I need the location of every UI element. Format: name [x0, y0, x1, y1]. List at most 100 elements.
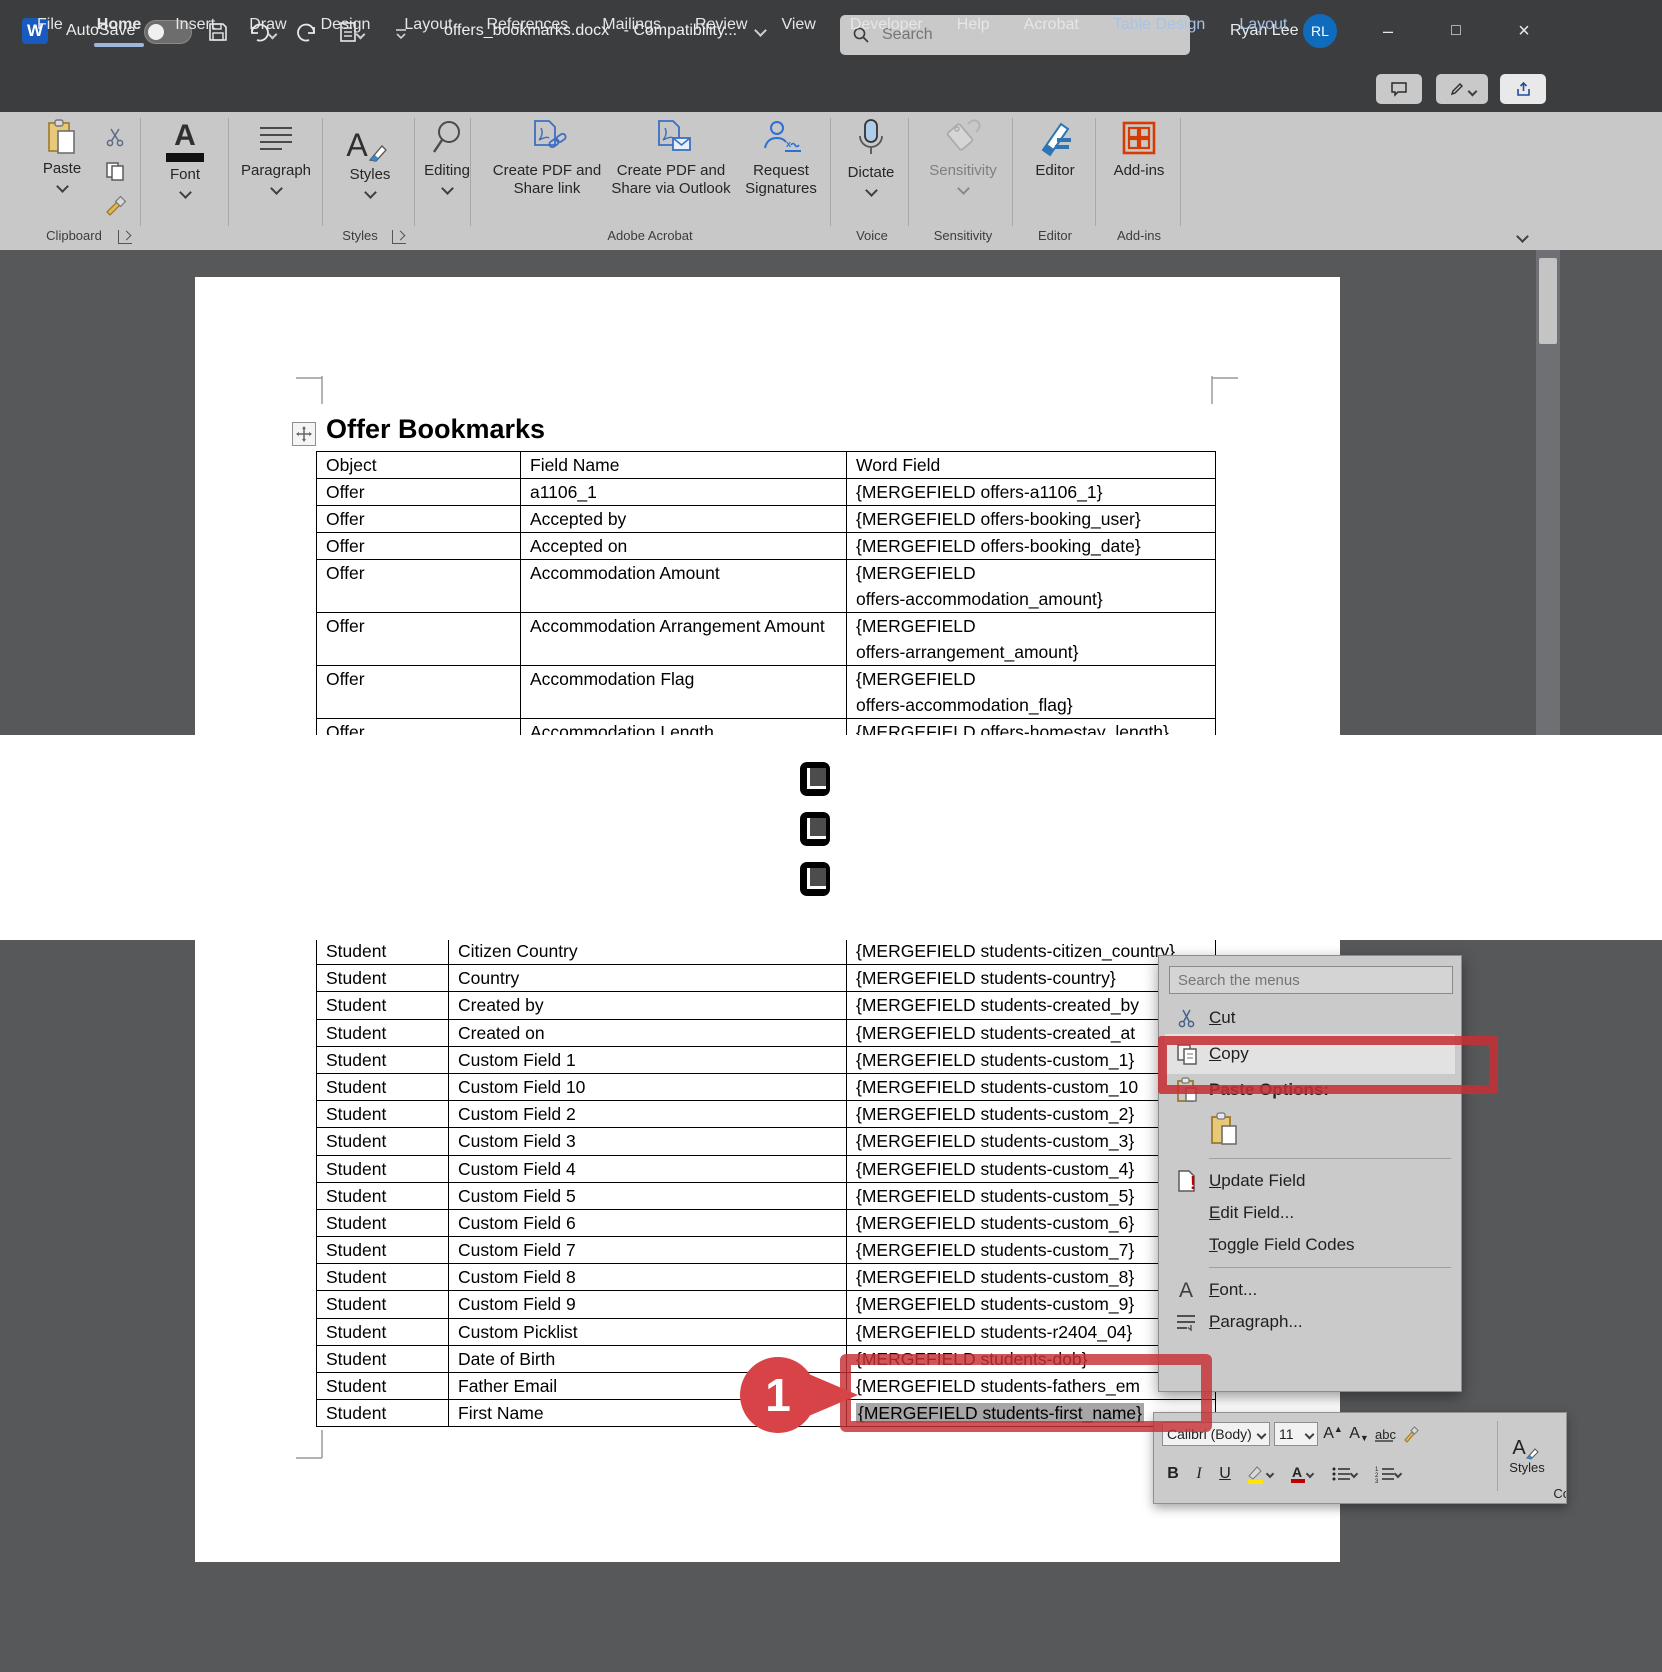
shrink-font-button[interactable]: A▼: [1348, 1421, 1370, 1447]
menu-item-paragraph[interactable]: Paragraph...: [1165, 1306, 1455, 1338]
table-cell[interactable]: Accommodation Arrangement Amount: [521, 613, 847, 665]
share-button[interactable]: [1500, 74, 1546, 104]
table-cell[interactable]: Student: [317, 1264, 449, 1290]
create-pdf-share-link-button[interactable]: Create PDF and Share link: [482, 118, 612, 198]
table-cell[interactable]: Custom Field 6: [449, 1210, 847, 1236]
table-cell[interactable]: Offer: [317, 533, 521, 559]
paste-option-keep-source-button[interactable]: [1165, 1106, 1455, 1152]
tab-acrobat[interactable]: Acrobat: [1007, 0, 1096, 50]
menu-item-font[interactable]: AFont...: [1165, 1274, 1455, 1306]
paste-button[interactable]: Paste: [30, 118, 94, 191]
clipboard-dialog-launcher[interactable]: [118, 230, 132, 244]
table-cell[interactable]: Offer: [317, 666, 521, 718]
tab-insert[interactable]: Insert: [158, 0, 232, 50]
styles-dialog-launcher[interactable]: [392, 230, 406, 244]
tab-developer[interactable]: Developer: [833, 0, 940, 50]
tab-help[interactable]: Help: [940, 0, 1007, 50]
maximize-button[interactable]: □: [1436, 14, 1476, 48]
table-cell[interactable]: Offer: [317, 560, 521, 612]
tab-layout[interactable]: Layout: [387, 0, 469, 50]
font-group-button[interactable]: A Font: [148, 118, 222, 197]
table-cell[interactable]: Citizen Country: [449, 938, 847, 964]
editing-mode-button[interactable]: [1436, 74, 1488, 104]
close-button[interactable]: ×: [1504, 14, 1544, 48]
table-cell[interactable]: {MERGEFIELD offers-accommodation_amount}: [847, 560, 1213, 612]
table-cell[interactable]: Accepted on: [521, 533, 847, 559]
table-cell[interactable]: {MERGEFIELD offers-arrangement_amount}: [847, 613, 1213, 665]
dictate-button[interactable]: Dictate: [838, 118, 904, 195]
cut-button[interactable]: [98, 120, 132, 154]
menu-search-box[interactable]: [1169, 966, 1453, 994]
table-cell[interactable]: Student: [317, 1074, 449, 1100]
table-cell[interactable]: Offer: [317, 506, 521, 532]
clear-formatting-button[interactable]: abc: [1374, 1421, 1396, 1447]
table-cell[interactable]: Created by: [449, 992, 847, 1018]
tab-view[interactable]: View: [764, 0, 832, 50]
addins-button[interactable]: Add-ins: [1104, 118, 1174, 180]
table-cell[interactable]: Accepted by: [521, 506, 847, 532]
tab-layout[interactable]: Layout: [1222, 0, 1304, 50]
tab-references[interactable]: References: [469, 0, 585, 50]
document-heading[interactable]: Offer Bookmarks: [326, 414, 545, 445]
tab-review[interactable]: Review: [678, 0, 764, 50]
scrollbar-track[interactable]: [1536, 250, 1560, 735]
font-size-combo[interactable]: 11: [1274, 1422, 1318, 1446]
menu-item-update-field[interactable]: !Update Field: [1165, 1165, 1455, 1197]
grow-font-button[interactable]: A▲: [1322, 1421, 1344, 1447]
editing-group-button[interactable]: Editing: [416, 118, 478, 193]
table-cell[interactable]: Field Name: [521, 452, 847, 478]
table-cell[interactable]: Custom Field 5: [449, 1183, 847, 1209]
table-cell[interactable]: Custom Field 2: [449, 1101, 847, 1127]
highlight-color-button[interactable]: [1240, 1461, 1278, 1487]
paragraph-group-button[interactable]: Paragraph: [232, 118, 320, 193]
table-cell[interactable]: Student: [317, 1319, 449, 1345]
table-cell[interactable]: Student: [317, 965, 449, 991]
table-cell[interactable]: Student: [317, 1291, 449, 1317]
underline-button[interactable]: U: [1214, 1461, 1236, 1487]
table-cell[interactable]: Student: [317, 1183, 449, 1209]
table-cell[interactable]: Custom Field 10: [449, 1074, 847, 1100]
tab-file[interactable]: File: [20, 0, 80, 50]
table-cell[interactable]: Custom Field 7: [449, 1237, 847, 1263]
font-color-button[interactable]: A: [1282, 1461, 1320, 1487]
table-cell[interactable]: {MERGEFIELD offers-a1106_1}: [847, 479, 1213, 505]
table-cell[interactable]: Custom Picklist: [449, 1319, 847, 1345]
tab-mailings[interactable]: Mailings: [585, 0, 678, 50]
create-pdf-outlook-button[interactable]: Create PDF and Share via Outlook: [600, 118, 742, 198]
menu-item-cut[interactable]: Cut: [1165, 1002, 1455, 1034]
table-cell[interactable]: Student: [317, 938, 449, 964]
tab-home[interactable]: Home: [80, 0, 158, 50]
table-cell[interactable]: Created on: [449, 1020, 847, 1046]
menu-search-input[interactable]: [1170, 972, 1446, 989]
table-cell[interactable]: Student: [317, 1156, 449, 1182]
table-cell[interactable]: {MERGEFIELD offers-accommodation_flag}: [847, 666, 1213, 718]
numbering-button[interactable]: 123: [1368, 1461, 1408, 1487]
table-cell[interactable]: Student: [317, 1373, 449, 1399]
tab-draw[interactable]: Draw: [232, 0, 303, 50]
editor-button[interactable]: Editor: [1022, 118, 1088, 180]
table-cell[interactable]: Offer: [317, 479, 521, 505]
minimize-button[interactable]: –: [1368, 14, 1408, 48]
comments-button[interactable]: [1376, 74, 1422, 104]
table-cell[interactable]: Object: [317, 452, 521, 478]
format-painter-button[interactable]: [98, 188, 132, 222]
table-cell[interactable]: Offer: [317, 613, 521, 665]
table-cell[interactable]: Student: [317, 1237, 449, 1263]
table-cell[interactable]: Student: [317, 1047, 449, 1073]
table-cell[interactable]: Custom Field 4: [449, 1156, 847, 1182]
menu-item-toggle-field-codes[interactable]: Toggle Field Codes: [1165, 1229, 1455, 1261]
request-signatures-button[interactable]: x Request Signatures: [736, 118, 826, 198]
table-cell[interactable]: Student: [317, 1210, 449, 1236]
styles-button[interactable]: A Styles: [1497, 1421, 1556, 1491]
table-cell[interactable]: Custom Field 9: [449, 1291, 847, 1317]
styles-group-button[interactable]: A Styles: [330, 118, 410, 197]
italic-button[interactable]: I: [1188, 1461, 1210, 1487]
table-cell[interactable]: Custom Field 1: [449, 1047, 847, 1073]
copy-button[interactable]: [98, 154, 132, 188]
table-cell[interactable]: Accommodation Flag: [521, 666, 847, 718]
table-cell[interactable]: Student: [317, 1128, 449, 1154]
menu-item-edit-field[interactable]: Edit Field...: [1165, 1197, 1455, 1229]
tab-table-design[interactable]: Table Design: [1096, 0, 1223, 50]
table-cell[interactable]: Student: [317, 1020, 449, 1046]
table-cell[interactable]: Accommodation Amount: [521, 560, 847, 612]
